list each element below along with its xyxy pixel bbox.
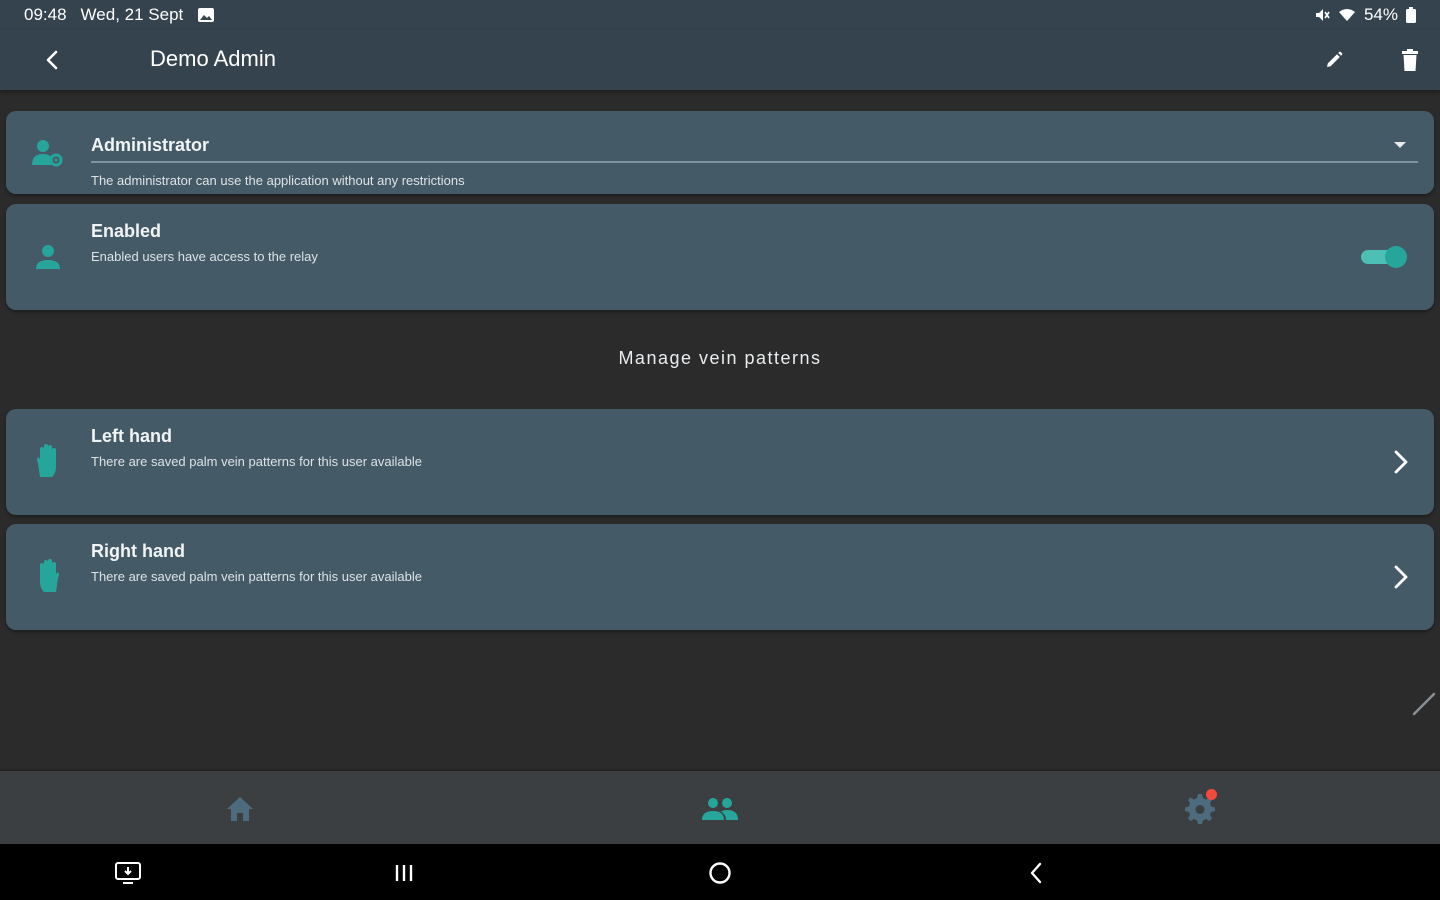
page-title: Demo Admin [150,46,276,71]
enabled-card[interactable]: Enabled Enabled users have access to the… [6,204,1434,310]
left-hand-label: Left hand [91,426,172,446]
chevron-right-icon[interactable] [1386,447,1416,477]
trash-icon [1402,49,1418,71]
status-bar: 09:48 Wed, 21 Sept 54% [0,0,1440,30]
battery-level: 54% [1363,5,1398,24]
left-hand-icon [30,443,66,479]
edge-handle-icon [1412,692,1436,716]
pencil-icon [1327,51,1343,67]
user-cog-icon [30,135,66,171]
home-icon [227,797,253,821]
left-hand-card[interactable]: Left hand There are saved palm vein patt… [6,409,1434,515]
arrow-back-icon [46,50,58,70]
right-hand-description: There are saved palm vein patterns for t… [91,569,422,584]
section-title: Manage vein patterns [618,348,822,368]
status-date: Wed, 21 Sept [80,5,184,24]
role-select-card[interactable]: Administrator The administrator can use … [6,111,1434,194]
delete-button[interactable] [1392,42,1428,78]
bottom-navigation [0,771,1440,844]
enabled-toggle[interactable] [1361,245,1407,269]
mute-icon [1314,7,1330,23]
nav-users-button[interactable] [700,789,740,829]
dropdown-arrow-icon[interactable] [1390,135,1410,155]
recents-icon [395,865,413,881]
person-icon [30,239,66,275]
nav-home-button[interactable] [220,789,260,829]
system-navigation-bar [0,844,1440,900]
chevron-right-icon[interactable] [1386,562,1416,592]
right-hand-icon [30,558,66,594]
left-hand-description: There are saved palm vein patterns for t… [91,454,422,469]
battery-icon [1406,7,1416,23]
edit-button[interactable] [1316,42,1352,78]
right-hand-card[interactable]: Right hand There are saved palm vein pat… [6,524,1434,630]
role-select-value[interactable]: Administrator [91,135,209,156]
recents-button[interactable] [389,858,419,888]
status-time: 09:48 [24,5,67,24]
enabled-label: Enabled [91,221,162,241]
screen-share-icon [115,862,141,884]
circle-home-icon [709,862,731,884]
system-home-button[interactable] [705,858,735,888]
system-back-button[interactable] [1021,858,1051,888]
settings-notification-badge [1206,789,1217,800]
select-underline [91,161,1418,163]
edge-panel-handle[interactable] [1410,690,1438,718]
enabled-description: Enabled users have access to the relay [91,249,318,264]
users-icon [702,798,738,820]
back-button[interactable] [34,42,70,78]
nav-settings-button[interactable] [1180,789,1220,829]
gallery-notification-icon [197,7,215,23]
right-hand-label: Right hand [91,541,185,561]
system-back-icon [1030,862,1042,884]
screen-button[interactable] [113,858,143,888]
app-bar: Demo Admin [0,30,1440,90]
role-description: The administrator can use the applicatio… [91,173,465,188]
toggle-thumb [1385,246,1407,268]
wifi-icon [1338,7,1356,23]
